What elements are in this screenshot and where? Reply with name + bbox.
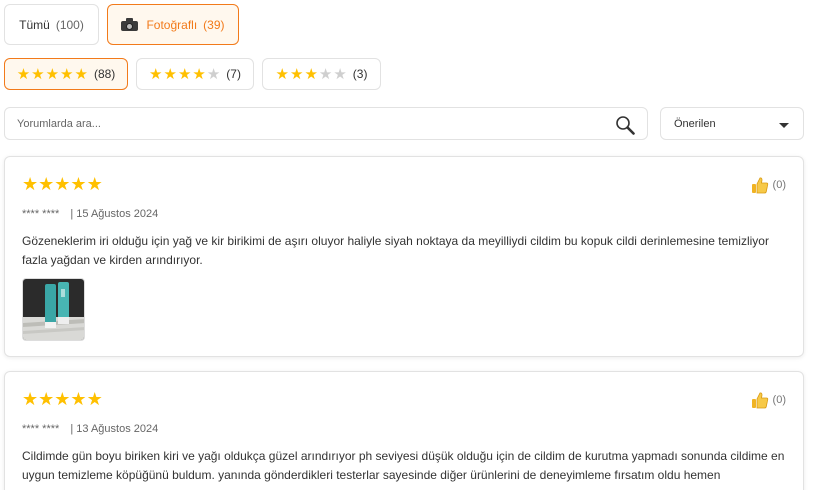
review-meta: **** **** | 15 Ağustos 2024 <box>22 208 158 220</box>
filter-5-stars[interactable]: ★ ★ ★ ★ ★ (88) <box>4 58 128 90</box>
star-icon: ★ <box>192 65 206 83</box>
star-icon: ★ <box>177 65 192 83</box>
review-rating: ★★★★★ <box>22 174 103 195</box>
thumbs-up-icon <box>751 177 768 194</box>
tab-all-count: (100) <box>55 17 84 32</box>
tab-photos-count: (39) <box>203 17 225 32</box>
star-empty-icon: ★ <box>318 65 333 83</box>
product-photo-image <box>23 279 84 340</box>
star-icons: ★ ★ ★ ★ ★ <box>276 67 347 82</box>
review-author: **** **** <box>22 208 60 220</box>
search-input[interactable] <box>5 108 595 139</box>
filter-count: (3) <box>352 67 368 81</box>
star-empty-icon: ★ <box>333 65 347 83</box>
camera-icon <box>121 18 139 31</box>
review-date: | 15 Ağustos 2024 <box>70 208 159 220</box>
chevron-down-icon <box>779 123 789 128</box>
star-icon: ★ <box>289 65 304 83</box>
star-icon: ★ <box>86 174 103 194</box>
star-icon: ★ <box>70 389 87 409</box>
star-icon: ★ <box>38 174 55 194</box>
tab-all[interactable]: Tümü (100) <box>4 4 99 45</box>
star-icon: ★ <box>38 389 55 409</box>
sort-selected: Önerilen <box>674 117 716 130</box>
star-icon: ★ <box>22 174 39 194</box>
star-icons: ★ ★ ★ ★ ★ <box>17 67 88 82</box>
star-icon: ★ <box>86 389 103 409</box>
sort-select[interactable]: Önerilen <box>660 107 804 140</box>
star-icon: ★ <box>304 65 318 83</box>
star-icon: ★ <box>60 65 74 83</box>
review-text: Gözeneklerim iri olduğu için yağ ve kir … <box>22 234 769 267</box>
review-card: ★★★★★ (0) **** **** | 15 Ağustos 2024 Gö… <box>4 156 804 357</box>
like-count: (0) <box>772 179 786 191</box>
filter-3-stars[interactable]: ★ ★ ★ ★ ★ (3) <box>262 58 381 90</box>
filter-count: (88) <box>93 67 116 81</box>
review-photo[interactable] <box>22 278 85 341</box>
tab-photos-label: Fotoğraflı <box>146 17 198 32</box>
review-date: | 13 Ağustos 2024 <box>70 423 159 435</box>
star-icon: ★ <box>22 389 39 409</box>
star-icon: ★ <box>275 65 289 83</box>
star-icon: ★ <box>74 65 88 83</box>
search-icon[interactable] <box>615 115 635 135</box>
star-icon: ★ <box>70 174 87 194</box>
star-icon: ★ <box>54 174 71 194</box>
star-icon: ★ <box>45 65 60 83</box>
like-count: (0) <box>772 394 786 406</box>
review-author: **** **** <box>22 423 60 435</box>
star-empty-icon: ★ <box>206 65 221 83</box>
review-search <box>4 107 648 140</box>
tab-photos[interactable]: Fotoğraflı (39) <box>107 4 239 45</box>
tab-all-label: Tümü <box>19 17 50 32</box>
thumbs-up-icon <box>751 392 768 409</box>
star-icon: ★ <box>149 65 163 83</box>
star-icon: ★ <box>163 65 177 83</box>
star-icon: ★ <box>31 65 45 83</box>
review-text: Cildimde gün boyu biriken kiri ve yağı o… <box>22 449 785 482</box>
review-meta: **** **** | 13 Ağustos 2024 <box>22 423 158 435</box>
filter-count: (7) <box>226 67 241 81</box>
filter-4-stars[interactable]: ★ ★ ★ ★ ★ (7) <box>136 58 254 90</box>
like-button[interactable]: (0) <box>751 391 786 409</box>
star-icon: ★ <box>16 65 31 83</box>
star-icons: ★ ★ ★ ★ ★ <box>149 67 220 82</box>
like-button[interactable]: (0) <box>751 176 786 194</box>
review-card: ★★★★★ (0) **** **** | 13 Ağustos 2024 Ci… <box>4 371 804 490</box>
star-icon: ★ <box>54 389 71 409</box>
review-rating: ★★★★★ <box>22 389 103 410</box>
